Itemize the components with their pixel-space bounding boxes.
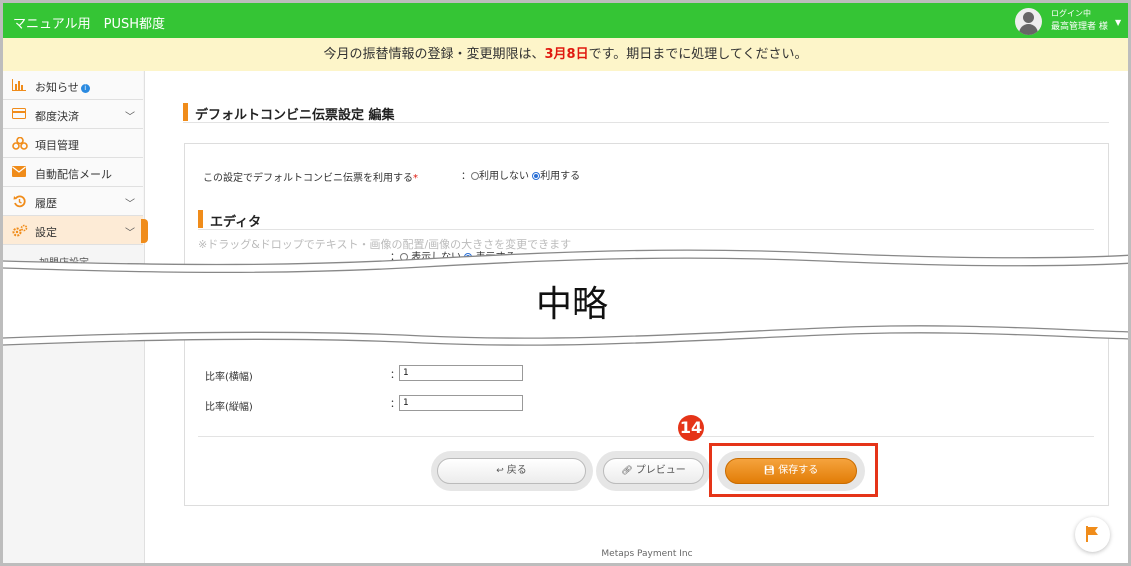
sidebar-item-label: 履歴	[35, 197, 57, 210]
radio-not-use-label[interactable]: 利用しない	[479, 171, 529, 182]
display-options: ： 表示しない 表示する	[390, 252, 516, 263]
user-menu-caret-icon[interactable]: ▼	[1115, 18, 1121, 27]
ratio-height-input[interactable]: 1	[399, 395, 523, 411]
radio-not-use[interactable]	[471, 172, 479, 180]
radio-use-label[interactable]: 利用する	[540, 171, 580, 182]
flag-icon	[1086, 526, 1098, 542]
sidebar-item-label: 項目管理	[35, 139, 79, 152]
active-indicator	[141, 219, 148, 243]
sidebar-item-label: お知らせ	[35, 81, 79, 94]
notice-prefix: 今月の振替情報の登録・変更期限は、	[323, 47, 545, 62]
editor-title: エディタ	[210, 215, 262, 230]
radio-use[interactable]	[532, 172, 541, 180]
deadline-notice: 今月の振替情報の登録・変更期限は、3月8日です。期日までに処理してください。	[3, 38, 1128, 71]
app-window: マニュアル用 PUSH都度 ログイン中 最高管理者 様 ▼ 今月の振替情報の登録…	[0, 0, 1131, 566]
sidebar-item-news[interactable]: お知らせ i	[3, 71, 143, 100]
page-heading: デフォルトコンビニ伝票設定 編集	[183, 101, 1109, 123]
sidebar-item-label: 設定	[35, 226, 57, 239]
sidebar-item-payment[interactable]: 都度決済 ﹀	[3, 100, 143, 129]
sidebar-item-auto-mail[interactable]: 自動配信メール	[3, 158, 143, 187]
user-avatar-icon[interactable]	[1015, 8, 1042, 35]
sidebar-item-label: 都度決済	[35, 110, 79, 123]
use-default-slip-options: ：利用しない 利用する	[461, 171, 581, 182]
flag-button[interactable]	[1075, 517, 1110, 552]
notice-suffix: です。期日までに処理してください。	[588, 47, 808, 62]
ratio-height-label: 比率(縦幅)	[205, 402, 253, 413]
editor-heading: エディタ	[198, 210, 1094, 230]
envelope-icon	[12, 166, 26, 178]
step-number-badge: 14	[678, 415, 704, 441]
link-icon: 🔗︎	[621, 466, 633, 476]
footer-copyright: Metaps Payment Inc	[601, 549, 693, 559]
radio-hide[interactable]	[400, 253, 408, 261]
ratio-width-input[interactable]: 1	[399, 365, 523, 381]
info-icon: i	[80, 84, 90, 93]
top-header: マニュアル用 PUSH都度 ログイン中 最高管理者 様 ▼	[3, 3, 1128, 38]
history-icon	[12, 195, 26, 208]
sidebar-item-fields[interactable]: 項目管理	[3, 129, 143, 158]
chevron-down-icon: ﹀	[125, 228, 135, 239]
cogs-icon	[12, 224, 28, 237]
sidebar-subitem-merchant-settings[interactable]: 加盟店設定	[39, 254, 89, 269]
page-title: デフォルトコンビニ伝票設定 編集	[195, 108, 395, 123]
sidebar-item-label: 自動配信メール	[35, 168, 112, 181]
chevron-down-icon: ﹀	[125, 112, 135, 123]
card-icon	[12, 108, 26, 120]
user-name[interactable]: 最高管理者 様	[1051, 19, 1108, 32]
save-button-highlight	[709, 443, 878, 497]
sidebar-item-history[interactable]: 履歴 ﹀	[3, 187, 143, 216]
omitted-section-label: 中略	[536, 284, 609, 325]
preview-button[interactable]: 🔗︎ プレビュー	[603, 458, 704, 484]
radio-show[interactable]	[464, 253, 473, 261]
sidebar-item-settings[interactable]: 設定 ﹀	[3, 216, 143, 245]
radio-hide-label[interactable]: 表示しない	[411, 252, 461, 263]
required-mark: *	[413, 173, 418, 184]
bar-chart-icon	[12, 79, 26, 91]
reply-icon: ↩	[496, 466, 504, 476]
back-button[interactable]: ↩ 戻る	[437, 458, 586, 484]
use-default-slip-label: この設定でデフォルトコンビニ伝票を利用する*	[203, 173, 418, 184]
radio-show-label[interactable]: 表示する	[476, 252, 516, 263]
sidebar: お知らせ i 都度決済 ﹀ 項目管理 自動配信メール 履歴 ﹀ 設定 ﹀ 加盟店…	[3, 71, 145, 563]
divider	[198, 436, 1094, 437]
cubes-icon	[12, 136, 28, 150]
ratio-width-label: 比率(横幅)	[205, 372, 253, 383]
chevron-down-icon: ﹀	[125, 199, 135, 210]
notice-deadline: 3月8日	[544, 47, 589, 62]
app-title: マニュアル用 PUSH都度	[13, 17, 165, 32]
login-status: ログイン中	[1051, 9, 1091, 18]
